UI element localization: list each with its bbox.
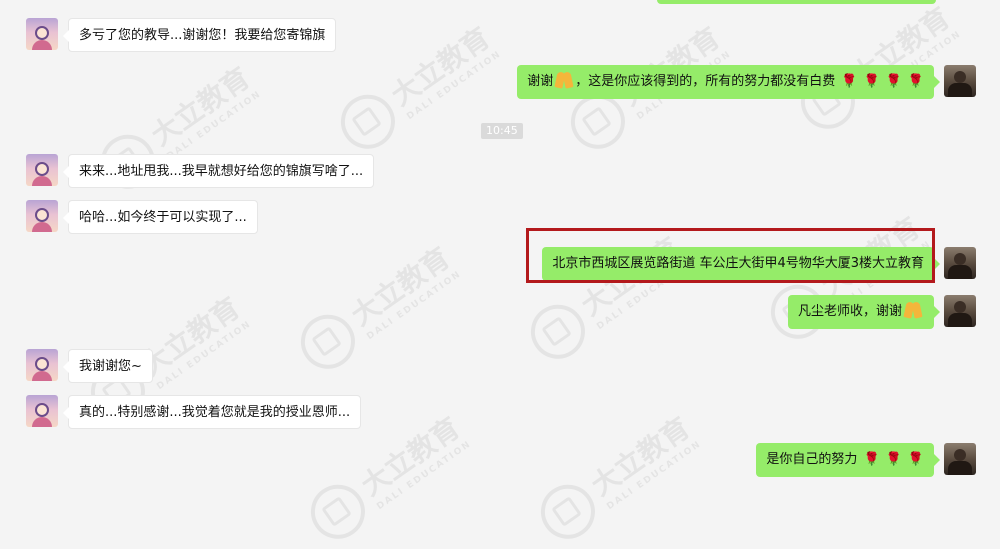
message-row: 凡尘老师收，谢谢 — [787, 295, 976, 329]
message-bubble[interactable]: 谢谢 ，这是你应该得到的，所有的努力都没有白费 🌹 🌹 🌹 🌹 — [517, 65, 940, 99]
message-text: 我谢谢您~ — [79, 359, 142, 374]
timestamp: 10:45 — [481, 123, 523, 139]
message-row: 真的...特别感谢...我觉着您就是我的授业恩师... — [26, 395, 362, 429]
message-text: 哈哈...如今终于可以实现了... — [79, 210, 247, 225]
man-avatar[interactable] — [944, 247, 976, 279]
message-text: 多亏了您的教导...谢谢您！我要给您寄锦旗 — [79, 28, 326, 43]
rose-emoji-icon: 🌹 — [885, 452, 902, 467]
message-bubble[interactable]: 是你自己的努力 🌹 🌹 🌹 — [756, 443, 940, 477]
man-avatar[interactable] — [944, 295, 976, 327]
pray-emoji-icon — [904, 301, 922, 319]
message-text: 谢谢 — [527, 74, 554, 89]
rose-emoji-icon: 🌹 — [841, 74, 858, 89]
message-row: 谢谢 ，这是你应该得到的，所有的努力都没有白费 🌹 🌹 🌹 🌹 — [517, 65, 976, 99]
watermark: 大立教育DALI EDUCATION — [530, 405, 704, 549]
message-bubble[interactable]: 我谢谢您~ — [63, 349, 153, 383]
message-row: 哈哈...如今终于可以实现了... — [26, 200, 258, 234]
rose-emoji-icon: 🌹 — [885, 74, 902, 89]
watermark: 大立教育DALI EDUCATION — [330, 15, 504, 160]
girl-avatar[interactable] — [26, 395, 58, 427]
girl-avatar[interactable] — [26, 18, 58, 50]
man-avatar[interactable] — [944, 65, 976, 97]
message-bubble[interactable]: 来来...地址甩我...我早就想好给您的锦旗写啥了... — [62, 154, 375, 188]
girl-avatar[interactable] — [26, 349, 58, 381]
message-row: 多亏了您的教导...谢谢您！我要给您寄锦旗 — [26, 18, 337, 52]
message-row: 我谢谢您~ — [26, 349, 153, 383]
girl-avatar[interactable] — [26, 200, 58, 232]
message-text: 真的...特别感谢...我觉着您就是我的授业恩师... — [79, 405, 351, 420]
rose-emoji-icon: 🌹 — [863, 452, 880, 467]
girl-avatar[interactable] — [26, 154, 58, 186]
rose-emoji-icon: 🌹 — [907, 452, 924, 467]
message-bubble[interactable]: 多亏了您的教导...谢谢您！我要给您寄锦旗 — [62, 18, 337, 52]
partial-bubble — [657, 0, 936, 4]
message-bubble[interactable]: 真的...特别感谢...我觉着您就是我的授业恩师... — [62, 395, 362, 429]
rose-emoji-icon: 🌹 — [907, 74, 924, 89]
man-avatar[interactable] — [944, 443, 976, 475]
message-bubble[interactable]: 哈哈...如今终于可以实现了... — [63, 200, 258, 234]
rose-emoji-icon: 🌹 — [863, 74, 880, 89]
watermark: 大立教育DALI EDUCATION — [290, 235, 464, 380]
message-bubble[interactable]: 凡尘老师收，谢谢 — [787, 295, 941, 329]
message-row: 是你自己的努力 🌹 🌹 🌹 — [756, 443, 976, 477]
message-text: 来来...地址甩我...我早就想好给您的锦旗写啥了... — [79, 164, 364, 179]
message-text: ，这是你应该得到的，所有的努力都没有白费 — [575, 74, 836, 89]
message-text: 是你自己的努力 — [766, 452, 858, 467]
pray-emoji-icon — [555, 71, 573, 89]
message-row: 来来...地址甩我...我早就想好给您的锦旗写啥了... — [26, 154, 375, 188]
highlight-box — [526, 228, 935, 283]
message-text: 凡尘老师收，谢谢 — [797, 304, 902, 319]
